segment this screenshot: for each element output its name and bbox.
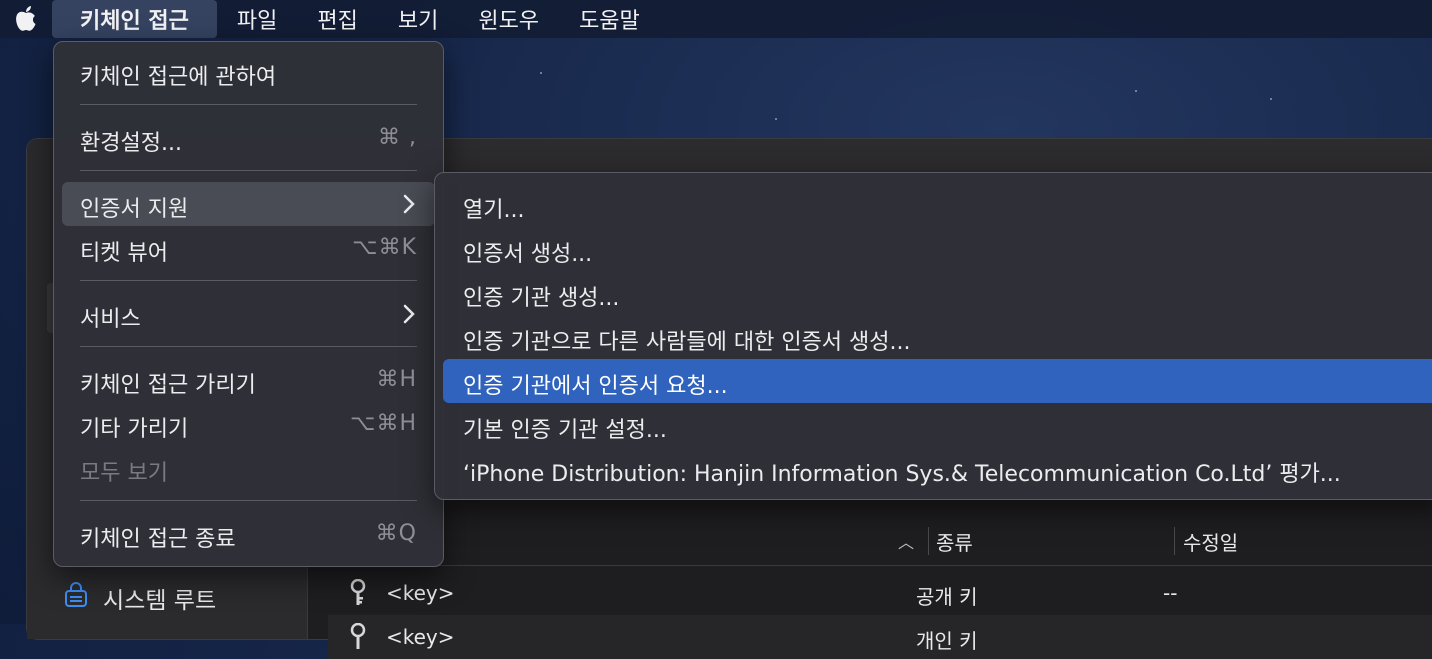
submenu-item-evaluate[interactable]: ‘iPhone Distribution: Hanjin Information… [443, 447, 1432, 491]
menu-item-quit[interactable]: 키체인 접근 종료 ⌘Q [62, 512, 435, 556]
menu-item-shortcut: ⌘H [376, 367, 417, 392]
menu-item-hide[interactable]: 키체인 접근 가리기 ⌘H [62, 358, 435, 402]
sidebar-item-system-root[interactable]: 시스템 루트 [63, 581, 216, 615]
menu-item-shortcut: ⌥⌘H [350, 411, 417, 436]
submenu-item-create-ca[interactable]: 인증 기관 생성... [443, 271, 1432, 315]
menubar-item-keychain-access[interactable]: 키체인 접근 [52, 0, 217, 38]
menubar-item-edit[interactable]: 편집 [297, 0, 377, 38]
menu-item-hide-others[interactable]: 기타 가리기 ⌥⌘H [62, 402, 435, 446]
menubar-item-view[interactable]: 보기 [378, 0, 458, 38]
column-separator [928, 527, 929, 555]
menu-bar: 키체인 접근 파일 편집 보기 윈도우 도움말 [0, 0, 1432, 38]
menu-item-shortcut: ⌥⌘K [352, 235, 417, 260]
row-name: <key> [386, 581, 455, 605]
menu-item-services[interactable]: 서비스 [62, 292, 435, 336]
chevron-right-icon [403, 304, 415, 330]
menu-item-label: 키체인 접근 가리기 [80, 373, 256, 398]
desktop-star [1270, 98, 1272, 100]
table-header: ︿ 종류 수정일 [308, 517, 1432, 566]
submenu-item-request-from-ca[interactable]: 인증 기관에서 인증서 요청... [443, 359, 1432, 403]
column-header-modified[interactable]: 수정일 [1183, 527, 1238, 556]
menu-item-show-all: 모두 보기 [62, 446, 435, 490]
menu-item-label: 인증서 지원 [80, 197, 189, 222]
row-kind: 개인 키 [916, 629, 978, 653]
row-name: <key> [386, 625, 455, 649]
menu-separator [80, 104, 417, 105]
menu-item-label: 열기... [463, 198, 525, 223]
column-separator [1174, 527, 1175, 555]
menu-item-label: 인증 기관으로 다른 사람들에 대한 인증서 생성... [463, 330, 911, 355]
menubar-item-help[interactable]: 도움말 [559, 0, 660, 38]
menu-item-shortcut: ⌘Q [375, 521, 417, 546]
menu-item-label: 인증서 생성... [463, 242, 593, 267]
sidebar-item-label: 시스템 루트 [103, 588, 217, 614]
desktop-star [1135, 90, 1137, 92]
column-header-kind[interactable]: 종류 [936, 527, 973, 556]
submenu-item-create-certificate[interactable]: 인증서 생성... [443, 227, 1432, 271]
menu-item-label: 기타 가리기 [80, 417, 189, 442]
apple-logo-icon[interactable] [0, 0, 52, 38]
menu-separator [80, 346, 417, 347]
submenu-item-set-default-ca[interactable]: 기본 인증 기관 설정... [443, 403, 1432, 447]
row-kind: 공개 키 [916, 585, 978, 609]
menu-item-label: 환경설정... [80, 131, 182, 156]
menu-item-label: 키체인 접근에 관하여 [80, 65, 277, 90]
menu-item-certificate-assistant[interactable]: 인증서 지원 [62, 182, 435, 226]
menu-item-ticket-viewer[interactable]: 티켓 뷰어 ⌥⌘K [62, 226, 435, 270]
menu-item-label: 인증 기관 생성... [463, 286, 620, 311]
app-menu: 키체인 접근에 관하여 환경설정... ⌘ , 인증서 지원 티켓 뷰어 ⌥⌘K… [53, 41, 444, 567]
key-icon [348, 622, 368, 656]
certificate-assistant-submenu: 열기... 인증서 생성... 인증 기관 생성... 인증 기관으로 다른 사… [434, 172, 1432, 500]
key-icon [348, 578, 368, 612]
table-row[interactable]: <key> 공개 키 -- [328, 571, 1432, 615]
row-modified: -- [1163, 581, 1178, 605]
menu-item-label: 티켓 뷰어 [80, 241, 168, 266]
chevron-right-icon [403, 194, 415, 220]
menu-item-label: 기본 인증 기관 설정... [463, 418, 667, 443]
submenu-item-open[interactable]: 열기... [443, 183, 1432, 227]
menu-item-shortcut: ⌘ , [378, 125, 417, 150]
menu-item-label: 서비스 [80, 307, 141, 332]
desktop-star [540, 72, 542, 74]
menu-item-about[interactable]: 키체인 접근에 관하여 [62, 50, 435, 94]
menu-separator [80, 280, 417, 281]
menu-separator [80, 500, 417, 501]
lock-icon [63, 582, 89, 614]
menubar-item-window[interactable]: 윈도우 [458, 0, 559, 38]
menubar-item-file[interactable]: 파일 [217, 0, 297, 38]
menu-item-label: 인증 기관에서 인증서 요청... [463, 374, 728, 399]
menu-separator [80, 170, 417, 171]
menu-item-preferences[interactable]: 환경설정... ⌘ , [62, 116, 435, 160]
submenu-item-create-cert-for-others[interactable]: 인증 기관으로 다른 사람들에 대한 인증서 생성... [443, 315, 1432, 359]
sort-chevron-up-icon[interactable]: ︿ [898, 529, 914, 553]
table-row[interactable]: <key> 개인 키 [328, 615, 1432, 659]
menu-item-label: 키체인 접근 종료 [80, 527, 236, 552]
menu-item-label: 모두 보기 [80, 461, 168, 486]
desktop-star [775, 118, 777, 120]
menu-item-label: ‘iPhone Distribution: Hanjin Information… [463, 462, 1341, 487]
